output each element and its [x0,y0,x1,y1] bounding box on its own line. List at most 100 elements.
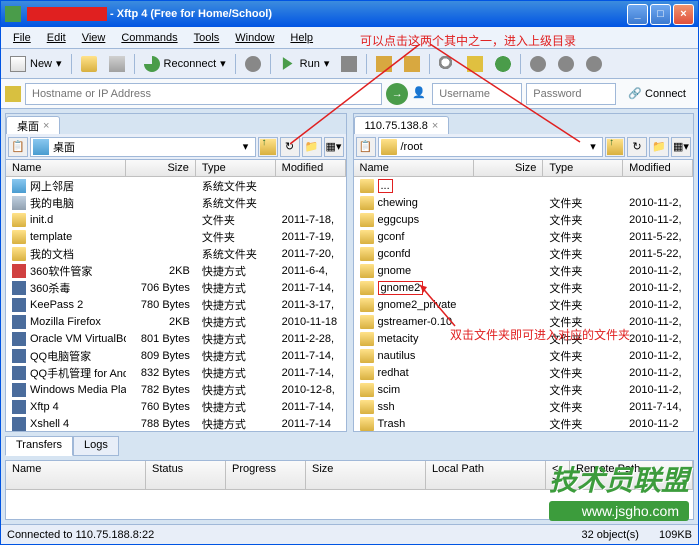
chevron-down-icon[interactable]: ▾ [586,140,600,153]
tcol-name[interactable]: Name [6,461,146,489]
chevron-down-icon[interactable]: ▾ [239,140,253,153]
right-refresh-button[interactable]: ↻ [627,137,647,157]
menu-file[interactable]: File [5,30,39,46]
find-button[interactable] [434,53,460,75]
col-modified[interactable]: Modified [623,160,693,176]
file-row[interactable]: eggcups文件夹2010-11-2, [354,211,694,228]
right-tab-close[interactable]: × [432,120,438,132]
file-icon [360,400,374,414]
file-row[interactable]: nautilus文件夹2010-11-2, [354,347,694,364]
menu-edit[interactable]: Edit [39,30,74,46]
play-button[interactable] [240,53,266,75]
file-row[interactable]: chewing文件夹2010-11-2, [354,194,694,211]
file-row[interactable]: init.d文件夹2011-7-18, [6,211,346,228]
file-row[interactable]: gnome2文件夹2010-11-2, [354,279,694,296]
file-row[interactable]: scim文件夹2010-11-2, [354,381,694,398]
tcol-status[interactable]: Status [146,461,226,489]
swap2-button[interactable] [399,53,425,75]
file-row[interactable]: Trash文件夹2010-11-2 [354,415,694,431]
left-newfolder-button[interactable]: 📁 [302,137,322,157]
opt3-button[interactable] [581,53,607,75]
menu-window[interactable]: Window [227,30,282,46]
file-row[interactable]: KeePass 2780 Bytes快捷方式2011-3-17, [6,296,346,313]
host-input[interactable] [25,83,382,105]
open-dn-button[interactable] [104,53,130,75]
maximize-button[interactable]: □ [650,4,671,25]
tab-logs[interactable]: Logs [73,436,119,456]
col-size[interactable]: Size [474,160,544,176]
file-row[interactable]: gconfd文件夹2011-5-22, [354,245,694,262]
col-name[interactable]: Name [6,160,126,176]
file-row[interactable]: redhat文件夹2010-11-2, [354,364,694,381]
right-file-list[interactable]: Name Size Type Modified ...chewing文件夹201… [354,160,694,431]
left-tab[interactable]: 桌面× [6,116,60,134]
go-button[interactable]: → [386,83,408,105]
open-button[interactable] [76,53,102,75]
username-input[interactable] [432,83,522,105]
col-type[interactable]: Type [543,160,623,176]
tcol-localpath[interactable]: Local Path [426,461,546,489]
file-row[interactable]: Mozilla Firefox2KB快捷方式2010-11-18 [6,313,346,330]
file-row[interactable]: 我的电脑系统文件夹 [6,194,346,211]
file-row[interactable]: ... [354,177,694,194]
col-size[interactable]: Size [126,160,196,176]
right-view-button[interactable]: ▦▾ [671,137,691,157]
file-row[interactable]: template文件夹2011-7-19, [6,228,346,245]
reconnect-button[interactable]: Reconnect▾ [139,53,231,75]
file-row[interactable]: Windows Media Player782 Bytes快捷方式2010-12… [6,381,346,398]
menu-view[interactable]: View [74,30,114,46]
file-row[interactable]: 网上邻居系统文件夹 [6,177,346,194]
left-file-list[interactable]: Name Size Type Modified 网上邻居系统文件夹我的电脑系统文… [6,160,346,431]
file-row[interactable]: 我的文档系统文件夹2011-7-20, [6,245,346,262]
menu-commands[interactable]: Commands [113,30,185,46]
file-row[interactable]: gstreamer-0.10文件夹2010-11-2, [354,313,694,330]
opt1-button[interactable] [525,53,551,75]
settings-button[interactable] [462,53,488,75]
file-row[interactable]: metacity文件夹2010-11-2, [354,330,694,347]
new-button[interactable]: New▾ [5,53,67,75]
run-button[interactable]: Run▾ [275,53,335,75]
tcol-size[interactable]: Size [306,461,426,489]
tcol-remotepath[interactable]: Remote Path [570,461,693,489]
file-row[interactable]: Xftp 4760 Bytes快捷方式2011-7-14, [6,398,346,415]
minimize-button[interactable]: _ [627,4,648,25]
left-tab-close[interactable]: × [43,120,49,132]
opt2-button[interactable] [553,53,579,75]
file-row[interactable]: QQ电脑管家809 Bytes快捷方式2011-7-14, [6,347,346,364]
right-up-button[interactable] [605,137,625,157]
file-row[interactable]: 360杀毒706 Bytes快捷方式2011-7-14, [6,279,346,296]
password-input[interactable] [526,83,616,105]
file-row[interactable]: ssh文件夹2011-7-14, [354,398,694,415]
left-refresh-button[interactable]: ↻ [280,137,300,157]
pause-button[interactable] [336,53,362,75]
menu-tools[interactable]: Tools [186,30,228,46]
menu-help[interactable]: Help [282,30,321,46]
file-row[interactable]: 360软件管家2KB快捷方式2011-6-4, [6,262,346,279]
file-row[interactable]: gnome文件夹2010-11-2, [354,262,694,279]
swap-button[interactable] [371,53,397,75]
user-icon: 👤 [412,86,428,102]
col-name[interactable]: Name [354,160,474,176]
connect-button[interactable]: 🔗 Connect [620,85,694,102]
left-path-combo[interactable]: 桌面▾ [30,137,256,157]
col-modified[interactable]: Modified [276,160,346,176]
tab-transfers[interactable]: Transfers [5,436,73,456]
right-newfolder-button[interactable]: 📁 [649,137,669,157]
right-book-button[interactable]: 📋 [356,137,376,157]
col-type[interactable]: Type [196,160,276,176]
close-button[interactable]: × [673,4,694,25]
globe-button[interactable] [490,53,516,75]
file-row[interactable]: gconf文件夹2011-5-22, [354,228,694,245]
left-up-button[interactable] [258,137,278,157]
file-row[interactable]: Xshell 4788 Bytes快捷方式2011-7-14 [6,415,346,431]
right-path-combo[interactable]: /root▾ [378,137,604,157]
tcol-dir[interactable]: <-> [546,461,570,489]
left-book-button[interactable]: 📋 [8,137,28,157]
file-row[interactable]: gnome2_private文件夹2010-11-2, [354,296,694,313]
left-view-button[interactable]: ▦▾ [324,137,344,157]
right-tab[interactable]: 110.75.138.8× [354,116,450,134]
tcol-progress[interactable]: Progress [226,461,306,489]
file-name: gnome2 [378,281,424,295]
file-row[interactable]: QQ手机管理 for And...832 Bytes快捷方式2011-7-14, [6,364,346,381]
file-row[interactable]: Oracle VM VirtualBox801 Bytes快捷方式2011-2-… [6,330,346,347]
